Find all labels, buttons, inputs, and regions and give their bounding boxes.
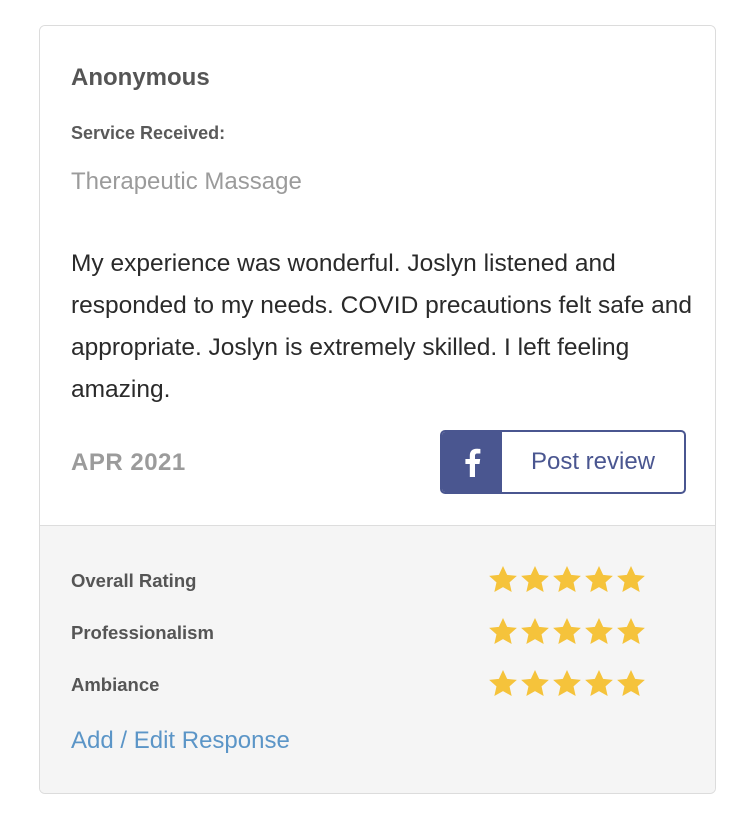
post-review-label: Post review xyxy=(530,448,656,475)
star-icon xyxy=(489,618,517,644)
star-icon xyxy=(553,618,581,644)
star-icon xyxy=(585,566,613,592)
star-icon xyxy=(553,566,581,592)
review-body: Anonymous Service Received: Therapeutic … xyxy=(40,26,715,525)
review-text: My experience was wonderful. Joslyn list… xyxy=(71,250,693,403)
facebook-icon-box xyxy=(442,432,502,492)
rating-row-ambiance: Ambiance xyxy=(71,670,715,702)
review-card: Anonymous Service Received: Therapeutic … xyxy=(39,25,716,794)
star-icon xyxy=(521,618,549,644)
review-author: Anonymous xyxy=(71,64,210,91)
star-icon xyxy=(553,670,581,696)
rating-label: Overall Rating xyxy=(71,570,197,591)
star-icon xyxy=(617,670,645,696)
rating-label: Ambiance xyxy=(71,674,160,695)
star-rating xyxy=(487,668,647,700)
star-icon xyxy=(489,670,517,696)
star-icon xyxy=(521,566,549,592)
add-edit-response-link[interactable]: Add / Edit Response xyxy=(71,727,290,755)
star-icon xyxy=(489,566,517,592)
rating-row-professionalism: Professionalism xyxy=(71,618,715,650)
rating-row-overall: Overall Rating xyxy=(71,566,715,598)
star-rating xyxy=(487,564,647,596)
star-icon xyxy=(585,618,613,644)
star-icon xyxy=(617,618,645,644)
star-icon xyxy=(521,670,549,696)
service-label: Service Received: xyxy=(71,123,226,143)
review-date: APR 2021 xyxy=(71,449,186,476)
post-review-facebook-button[interactable]: Post review xyxy=(440,430,686,494)
service-name: Therapeutic Massage xyxy=(71,168,302,195)
rating-label: Professionalism xyxy=(71,622,214,643)
star-rating xyxy=(487,616,647,648)
star-icon xyxy=(617,566,645,592)
star-icon xyxy=(585,670,613,696)
facebook-icon xyxy=(465,448,481,477)
